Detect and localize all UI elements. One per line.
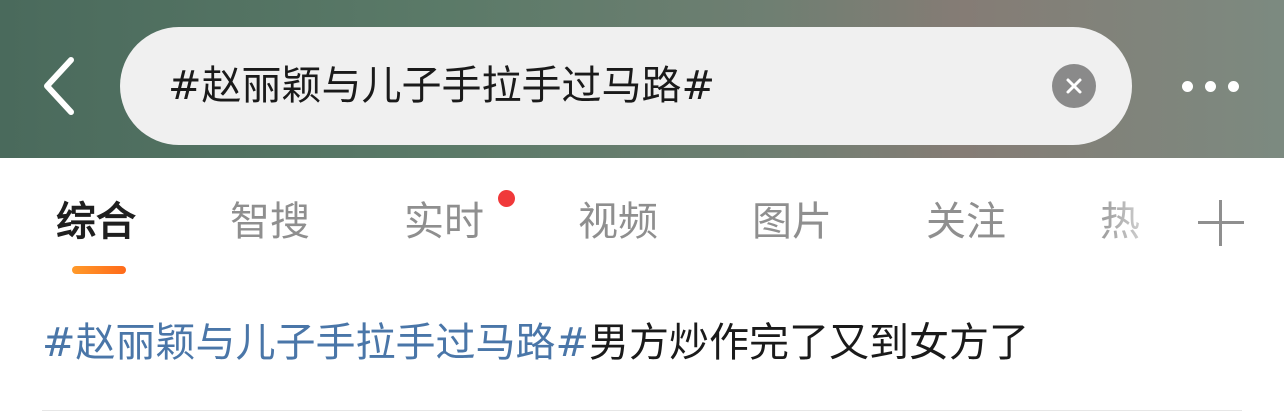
tab-video[interactable]: 视频 <box>578 194 658 250</box>
more-dots-icon <box>1181 80 1193 92</box>
search-query-text[interactable]: #赵丽颖与儿子手拉手过马路# <box>168 27 715 145</box>
top-bar: #赵丽颖与儿子手拉手过马路# <box>0 0 1284 158</box>
tab-images[interactable]: 图片 <box>752 194 832 250</box>
search-bar[interactable]: #赵丽颖与儿子手拉手过马路# <box>120 27 1132 145</box>
more-options-button[interactable] <box>1170 66 1250 106</box>
topic-hashtag-link[interactable]: #赵丽颖与儿子手拉手过马路# <box>42 320 589 366</box>
realtime-notification-dot <box>498 190 515 207</box>
tab-smart-search[interactable]: 智搜 <box>230 194 310 250</box>
post-body-text: 男方炒作完了又到女方了 <box>589 320 1030 366</box>
add-tab-button[interactable] <box>1198 200 1244 246</box>
back-button[interactable] <box>28 52 88 120</box>
back-chevron-icon <box>44 57 74 115</box>
tab-hot[interactable]: 热 <box>1100 194 1140 250</box>
more-dots-icon <box>1204 80 1216 92</box>
more-dots-icon <box>1227 80 1239 92</box>
search-category-tabs: 综合 智搜 实时 视频 图片 关注 热 <box>0 158 1284 286</box>
clear-search-button[interactable] <box>1052 64 1096 108</box>
tab-comprehensive[interactable]: 综合 <box>56 194 136 250</box>
tab-following[interactable]: 关注 <box>926 194 1006 250</box>
divider <box>42 410 1242 411</box>
plus-icon <box>1219 200 1222 246</box>
clear-x-icon <box>1066 78 1082 94</box>
result-post-text[interactable]: #赵丽颖与儿子手拉手过马路#男方炒作完了又到女方了 <box>42 308 1029 378</box>
active-tab-indicator <box>72 266 126 274</box>
tab-realtime[interactable]: 实时 <box>404 194 484 250</box>
